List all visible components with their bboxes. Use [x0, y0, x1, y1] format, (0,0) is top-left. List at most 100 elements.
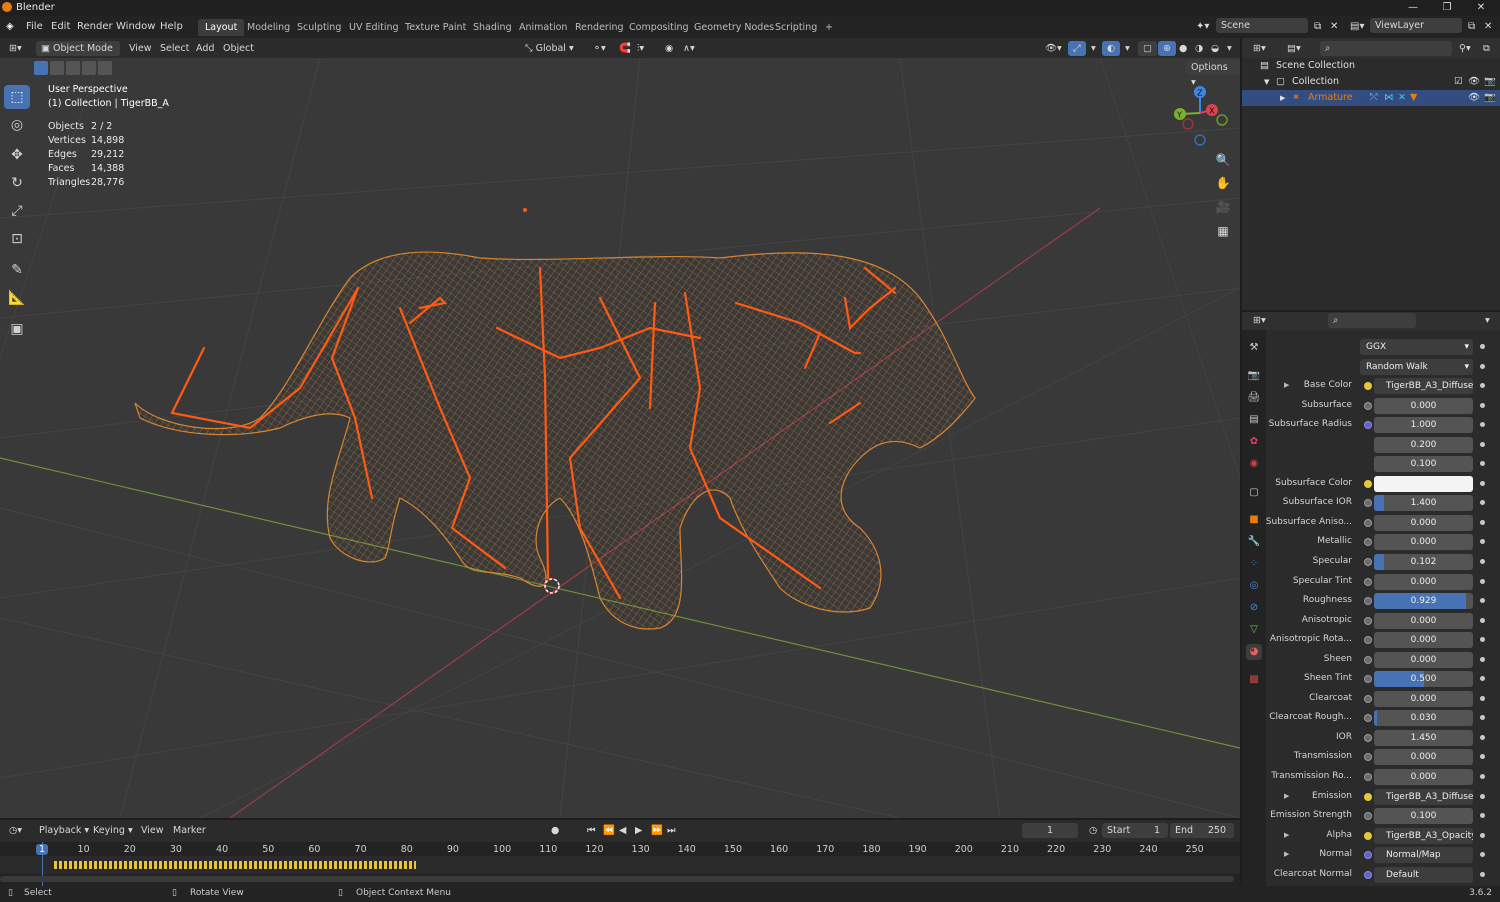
property-value-field[interactable]: 0.030	[1374, 710, 1473, 727]
exclude-checkbox-icon[interactable]: ☑	[1454, 74, 1463, 90]
property-value-field[interactable]: 0.000	[1374, 632, 1473, 649]
keyframe-dot[interactable]	[1480, 656, 1485, 662]
socket-icon[interactable]	[1364, 870, 1372, 879]
add-cube-tool-icon[interactable]: ▣	[4, 317, 30, 341]
menu-view[interactable]: View	[124, 41, 157, 56]
jump-end-icon[interactable]: ⏭	[662, 823, 681, 838]
cursor-tool-icon[interactable]: ◎	[4, 113, 30, 137]
navigation-gizmo[interactable]: Z X Y	[1174, 86, 1228, 146]
camera-render-icon[interactable]: 📷	[1484, 74, 1496, 90]
property-value-field[interactable]: 0.200	[1374, 436, 1473, 453]
outliner-row-scene-collection[interactable]: ▤ Scene Collection	[1242, 58, 1500, 74]
expand-icon[interactable]: ▶	[1280, 90, 1285, 106]
tab-shading[interactable]: Shading	[466, 19, 519, 36]
properties-editor-type-icon[interactable]: ⊞▾	[1248, 313, 1271, 328]
property-link-field[interactable]: TigerBB_A3_Diffuse	[1374, 788, 1473, 805]
socket-icon[interactable]	[1364, 382, 1372, 390]
xray-icon[interactable]: ▢	[1138, 41, 1157, 56]
tiger-wireframe-mesh[interactable]	[134, 251, 976, 630]
blender-menu-icon[interactable]: ◈	[6, 21, 14, 32]
socket-icon[interactable]	[1364, 499, 1372, 508]
property-link-field[interactable]: TigerBB_A3_Opacity	[1374, 827, 1473, 844]
transform-tool-icon[interactable]: ⊡	[4, 227, 30, 251]
filter-icon[interactable]: ⚲▾	[1454, 41, 1476, 56]
subsurface-method-dropdown[interactable]: Random Walk ▾	[1360, 359, 1473, 375]
keyframe-dot[interactable]	[1480, 734, 1485, 740]
menu-select[interactable]: Select	[155, 41, 194, 56]
ortho-toggle-icon[interactable]: ▦	[1214, 222, 1232, 240]
menu-keying[interactable]: Keying ▾	[88, 823, 138, 838]
view-layer-icon[interactable]: ▤▾	[1350, 21, 1364, 32]
material-tab-icon[interactable]: ◕	[1246, 644, 1262, 660]
pan-hand-icon[interactable]: ✋	[1214, 174, 1232, 192]
overlay-menu-icon[interactable]: ▾	[1120, 41, 1135, 56]
property-link-field[interactable]: Default	[1374, 866, 1473, 883]
property-value-field[interactable]: 0.000	[1374, 534, 1473, 551]
keyframe-dot[interactable]	[1480, 793, 1485, 799]
keyframe-dot[interactable]	[1480, 558, 1485, 564]
eye-icon[interactable]: 👁	[1468, 90, 1480, 106]
property-value-field[interactable]: 1.000	[1374, 417, 1473, 434]
object-tab-icon[interactable]: ■	[1246, 512, 1262, 528]
select-box-tool-icon[interactable]: ⬚	[4, 85, 30, 109]
particles-tab-icon[interactable]: ⁘	[1246, 556, 1262, 572]
property-value-field[interactable]: 0.000	[1374, 514, 1473, 531]
keyframe-dot[interactable]	[1480, 422, 1485, 428]
scale-tool-icon[interactable]: ⤢	[4, 199, 30, 223]
menu-marker[interactable]: Marker	[168, 823, 211, 838]
data-tab-icon[interactable]: ▽	[1246, 622, 1262, 638]
snap-target-icon[interactable]: ⫶▾	[632, 41, 649, 56]
keyframe-dot[interactable]	[1480, 617, 1485, 623]
keyframe-dot[interactable]	[1480, 480, 1485, 486]
socket-icon[interactable]	[1364, 538, 1372, 547]
tab-compositing[interactable]: Compositing	[622, 19, 696, 36]
socket-icon[interactable]	[1364, 851, 1372, 860]
keyframe-dot[interactable]	[1480, 598, 1485, 604]
socket-icon[interactable]	[1364, 773, 1372, 781]
minimize-icon[interactable]: —	[1396, 0, 1430, 16]
output-tab-icon[interactable]: 🖨	[1246, 390, 1262, 406]
socket-icon[interactable]	[1364, 577, 1372, 586]
rotate-tool-icon[interactable]: ↻	[4, 171, 30, 195]
annotate-tool-icon[interactable]: ✎	[4, 258, 30, 282]
maximize-icon[interactable]: ❐	[1430, 0, 1464, 16]
distribution-dropdown[interactable]: GGX ▾	[1360, 339, 1473, 355]
menu-playback[interactable]: Playback ▾	[34, 823, 94, 838]
timeline-editor-type-icon[interactable]: ◷▾	[4, 823, 27, 838]
property-value-field[interactable]: 1.450	[1374, 729, 1473, 746]
select-invert-icon[interactable]	[82, 61, 96, 75]
outliner-editor-type-icon[interactable]: ⊞▾	[1248, 41, 1271, 56]
world-tab-icon[interactable]: ◉	[1246, 456, 1262, 472]
property-value-field[interactable]: 0.000	[1374, 690, 1473, 707]
scene-icon[interactable]: ✦▾	[1196, 21, 1209, 32]
play-icon[interactable]: ▶	[630, 823, 647, 838]
keyframe-dot[interactable]	[1480, 402, 1485, 408]
visibility-icon[interactable]: 👁▾	[1040, 41, 1067, 56]
expand-arrow-icon[interactable]: ▶	[1284, 850, 1289, 858]
socket-icon[interactable]	[1364, 831, 1372, 840]
gizmo-toggle-icon[interactable]: ⤢	[1068, 41, 1086, 56]
socket-icon[interactable]	[1364, 733, 1372, 742]
properties-search-input[interactable]: ⌕	[1328, 313, 1416, 328]
menu-add[interactable]: Add	[191, 41, 219, 56]
play-reverse-icon[interactable]: ◀	[614, 823, 631, 838]
gizmo-menu-icon[interactable]: ▾	[1086, 41, 1101, 56]
zoom-icon[interactable]: 🔍	[1214, 151, 1232, 169]
keyframe-dot[interactable]	[1480, 383, 1485, 388]
keyframe-dot[interactable]	[1480, 715, 1485, 721]
measure-tool-icon[interactable]: 📐	[4, 286, 30, 310]
menu-window[interactable]: Window	[116, 21, 155, 32]
constraints-tab-icon[interactable]: ⊘	[1246, 600, 1262, 616]
keyframes-strip[interactable]	[54, 861, 416, 869]
keyframe-dot[interactable]	[1480, 637, 1485, 643]
property-value-field[interactable]: 0.100	[1374, 456, 1473, 473]
outliner-row-collection[interactable]: ▼ ▢ Collection ☑ 👁 📷	[1242, 74, 1500, 90]
property-value-field[interactable]: 0.000	[1374, 612, 1473, 629]
expand-icon[interactable]: ▼	[1264, 74, 1269, 90]
tab-modeling[interactable]: Modeling	[240, 19, 297, 36]
tab-scripting[interactable]: Scripting	[768, 19, 824, 36]
keyframe-dot[interactable]	[1480, 344, 1485, 349]
overlay-toggle-icon[interactable]: ◐	[1102, 41, 1121, 56]
keyframe-dot[interactable]	[1480, 441, 1485, 447]
socket-icon[interactable]	[1364, 694, 1372, 703]
